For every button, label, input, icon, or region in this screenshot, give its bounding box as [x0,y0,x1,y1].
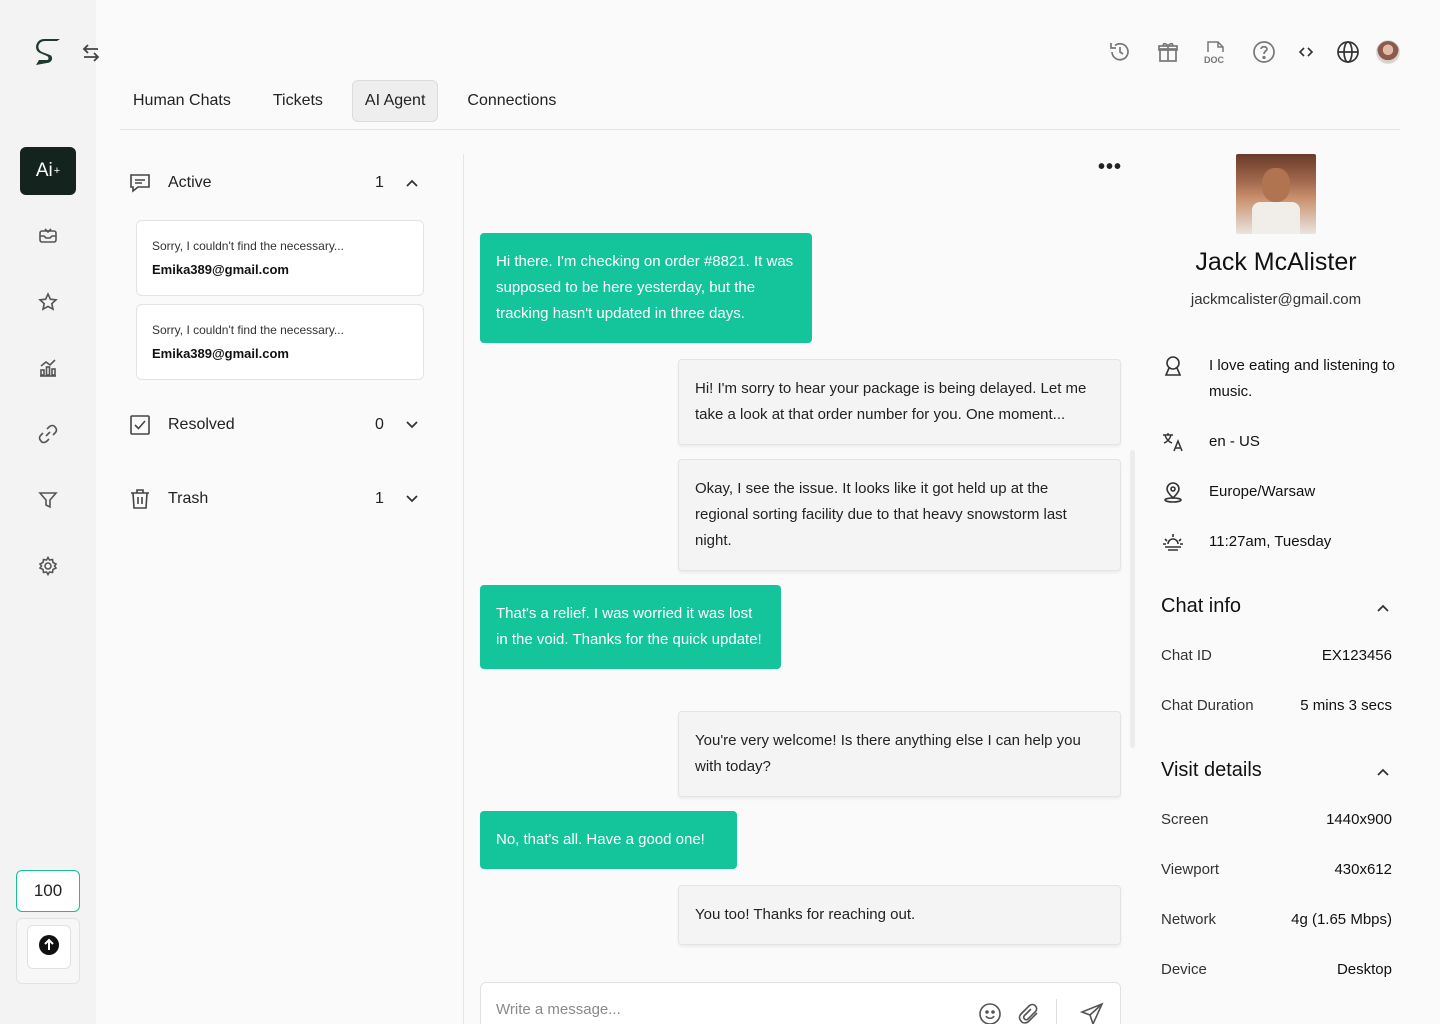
agent-message: Hi! I'm sorry to hear your package is be… [678,359,1121,445]
device-row: Device Desktop [1161,961,1392,978]
globe-icon[interactable] [1334,38,1362,66]
profile-timezone: Europe/Warsaw [1160,479,1400,505]
credits-counter[interactable]: 100 [16,870,80,912]
chevron-up-icon[interactable] [401,179,423,187]
filter-icon[interactable] [20,476,76,524]
tab-human-chats[interactable]: Human Chats [120,80,244,122]
translate-icon [1160,429,1186,455]
conversation-email: Emika389@gmail.com [152,262,289,277]
chat-scrollbar[interactable] [1130,450,1135,748]
tabs-divider [120,129,1400,130]
user-avatar[interactable] [1376,40,1400,64]
screen-row: Screen 1440x900 [1161,811,1392,828]
section-title: Chat info [1161,595,1242,617]
trash-icon [128,487,152,511]
profile-email: jackmcalister@gmail.com [1190,291,1362,308]
user-message: Hi there. I'm checking on order #8821. I… [480,233,812,343]
folder-label: Trash [168,490,209,507]
tab-connections[interactable]: Connections [454,80,569,122]
message-composer [480,982,1121,1024]
conversation-snippet: Sorry, I couldn't find the necessary... [152,239,344,253]
folder-active[interactable]: Active 1 [128,169,423,197]
composer-separator [1056,999,1057,1024]
folder-count: 1 [375,490,384,507]
section-title: Visit details [1161,759,1262,781]
tab-ai-agent[interactable]: AI Agent [351,80,439,122]
chat-duration-row: Chat Duration 5 mins 3 secs [1161,697,1392,714]
send-icon[interactable] [1079,1001,1105,1024]
folder-resolved[interactable]: Resolved 0 [128,411,423,439]
rail-ai-agent-button[interactable]: Ai + [20,147,76,195]
panel-divider [463,154,464,1024]
tab-tickets[interactable]: Tickets [260,80,336,122]
gear-icon[interactable] [20,542,76,590]
profile-local-time: 11:27am, Tuesday [1160,529,1400,555]
chevron-up-icon[interactable] [1377,595,1389,618]
agent-message: You too! Thanks for reaching out. [678,885,1121,945]
more-dots-icon[interactable]: ••• [1098,156,1122,179]
link-icon[interactable] [20,410,76,458]
visit-details-header[interactable]: Visit details [1161,759,1389,782]
paperclip-icon[interactable] [1016,1001,1042,1024]
profile-bio: I love eating and listening to music. [1160,353,1400,405]
checkbox-icon [128,413,152,437]
folder-count: 0 [375,416,384,433]
conversation-card[interactable]: Sorry, I couldn't find the necessary... … [136,220,424,296]
swap-arrows-icon[interactable] [80,42,102,69]
person-icon [1160,353,1186,379]
network-row: Network 4g (1.65 Mbps) [1161,911,1392,928]
profile-photo [1236,154,1316,234]
message-input[interactable] [496,1001,936,1018]
folder-count: 1 [375,174,384,191]
user-message: No, that's all. Have a good one! [480,811,737,869]
profile-language: en - US [1160,429,1400,455]
conversation-snippet: Sorry, I couldn't find the necessary... [152,323,344,337]
folder-label: Active [168,174,212,191]
chat-info-header[interactable]: Chat info [1161,595,1389,618]
gift-icon[interactable] [1154,38,1182,66]
main-tabs: Human Chats Tickets AI Agent Connections [120,80,585,122]
logo-icon[interactable] [32,38,62,73]
conversation-email: Emika389@gmail.com [152,346,289,361]
folder-label: Resolved [168,416,235,433]
chevron-up-icon[interactable] [1377,759,1389,782]
history-icon[interactable] [1106,38,1134,66]
location-pin-icon [1160,479,1186,505]
star-icon[interactable] [20,278,76,326]
viewport-row: Viewport 430x612 [1161,861,1392,878]
profile-name: Jack McAlister [1195,248,1357,276]
chevron-down-icon[interactable] [401,495,423,503]
upgrade-box [16,918,80,984]
upgrade-button[interactable] [27,925,71,969]
chat-id-row: Chat ID EX123456 [1161,647,1392,664]
chevron-down-icon[interactable] [401,421,423,429]
analytics-icon[interactable] [20,344,76,392]
arrow-up-icon [38,934,60,961]
conversation-card[interactable]: Sorry, I couldn't find the necessary... … [136,304,424,380]
doc-icon[interactable]: DOC [1202,38,1230,66]
agent-message: You're very welcome! Is there anything e… [678,711,1121,797]
folder-trash[interactable]: Trash 1 [128,485,423,513]
code-icon[interactable] [1292,38,1320,66]
chat-bubble-icon [128,171,152,195]
ai-sparkle-icon: Ai [35,160,53,181]
svg-text:DOC: DOC [1204,55,1225,65]
help-icon[interactable] [1250,38,1278,66]
sun-icon [1160,529,1186,555]
agent-message: Okay, I see the issue. It looks like it … [678,459,1121,571]
inbox-icon[interactable] [20,212,76,260]
emoji-icon[interactable] [977,1001,1003,1024]
user-message: That's a relief. I was worried it was lo… [480,585,781,669]
